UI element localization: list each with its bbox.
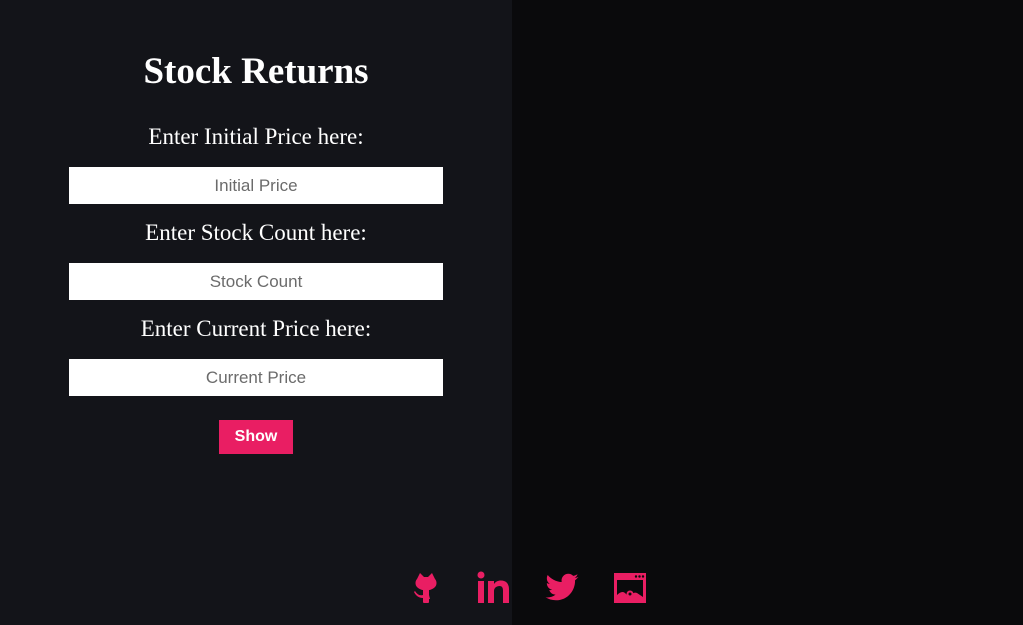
page-title: Stock Returns (143, 51, 369, 92)
show-button[interactable]: Show (219, 420, 293, 454)
portfolio-icon (614, 573, 646, 603)
stock-count-label: Enter Stock Count here: (145, 220, 367, 245)
twitter-link[interactable] (544, 570, 580, 606)
linkedin-link[interactable] (475, 570, 511, 606)
page: Stock Returns Enter Initial Price here: … (0, 0, 1023, 625)
twitter-icon (545, 573, 579, 601)
initial-price-input[interactable] (69, 167, 443, 204)
github-icon (414, 573, 437, 603)
social-links (0, 570, 1023, 606)
portfolio-link[interactable] (612, 570, 648, 606)
github-link[interactable] (408, 570, 444, 606)
left-panel: Stock Returns Enter Initial Price here: … (0, 0, 512, 625)
linkedin-icon (477, 571, 509, 603)
current-price-label: Enter Current Price here: (140, 316, 372, 341)
initial-price-label: Enter Initial Price here: (148, 124, 364, 149)
current-price-input[interactable] (69, 359, 443, 396)
right-panel (512, 0, 1023, 625)
stock-count-input[interactable] (69, 263, 443, 300)
